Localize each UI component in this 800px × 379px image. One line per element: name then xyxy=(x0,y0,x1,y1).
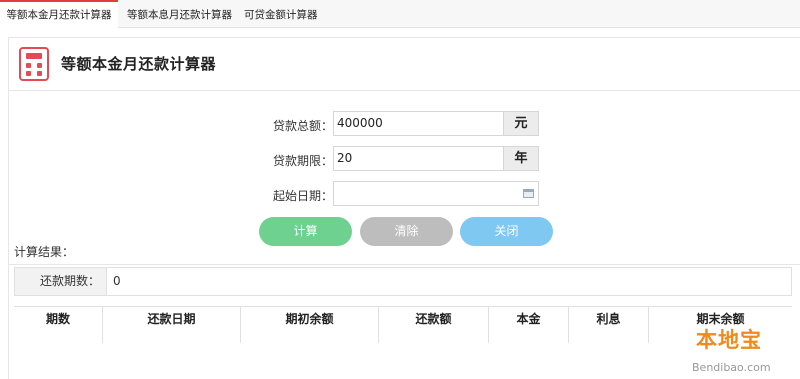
tab-bar: 等额本金月还款计算器 等额本息月还款计算器 可贷金额计算器 xyxy=(0,0,800,29)
start-date-label: 起始日期： xyxy=(272,189,333,203)
loan-term-input[interactable]: 20 xyxy=(333,146,504,171)
loan-amount-unit: 元 xyxy=(504,111,539,136)
schedule-table-header: 期数 还款日期 期初余额 还款额 本金 利息 期末余额 xyxy=(14,306,792,343)
loan-amount-input[interactable]: 400000 xyxy=(333,111,504,136)
calculator-icon xyxy=(19,47,49,81)
calendar-icon[interactable] xyxy=(523,189,534,198)
clear-button[interactable]: 清除 xyxy=(360,217,453,246)
watermark-url: Bendibao.com xyxy=(692,361,771,374)
tab-equal-principal[interactable]: 等额本金月还款计算器 xyxy=(0,0,118,29)
loan-term-label: 贷款期限： xyxy=(272,154,333,168)
col-date: 还款日期 xyxy=(103,307,241,343)
col-opening-balance: 期初余额 xyxy=(241,307,379,343)
periods-value: 0 xyxy=(113,274,121,288)
bendibao-watermark: 本地宝 Bendibao.com xyxy=(690,320,796,376)
calculate-button[interactable]: 计算 xyxy=(259,217,352,246)
watermark-title: 本地宝 xyxy=(696,328,762,352)
close-button[interactable]: 关闭 xyxy=(460,217,553,246)
col-interest: 利息 xyxy=(569,307,649,343)
start-date-input[interactable] xyxy=(333,181,539,206)
tab-loanable-amount[interactable]: 可贷金额计算器 xyxy=(244,0,318,28)
loan-term-unit: 年 xyxy=(504,146,539,171)
col-payment: 还款额 xyxy=(379,307,489,343)
col-period: 期数 xyxy=(14,307,103,343)
tab-equal-installment[interactable]: 等额本息月还款计算器 xyxy=(127,0,232,28)
periods-row: 还款期数： 0 xyxy=(14,267,792,296)
col-principal: 本金 xyxy=(489,307,569,343)
result-label: 计算结果： xyxy=(14,245,75,259)
section-divider xyxy=(9,264,800,265)
page-title: 等额本金月还款计算器 xyxy=(61,55,217,73)
periods-label: 还款期数： xyxy=(15,268,107,295)
panel-header: 等额本金月还款计算器 xyxy=(9,38,800,91)
loan-amount-label: 贷款总额： xyxy=(272,119,333,133)
